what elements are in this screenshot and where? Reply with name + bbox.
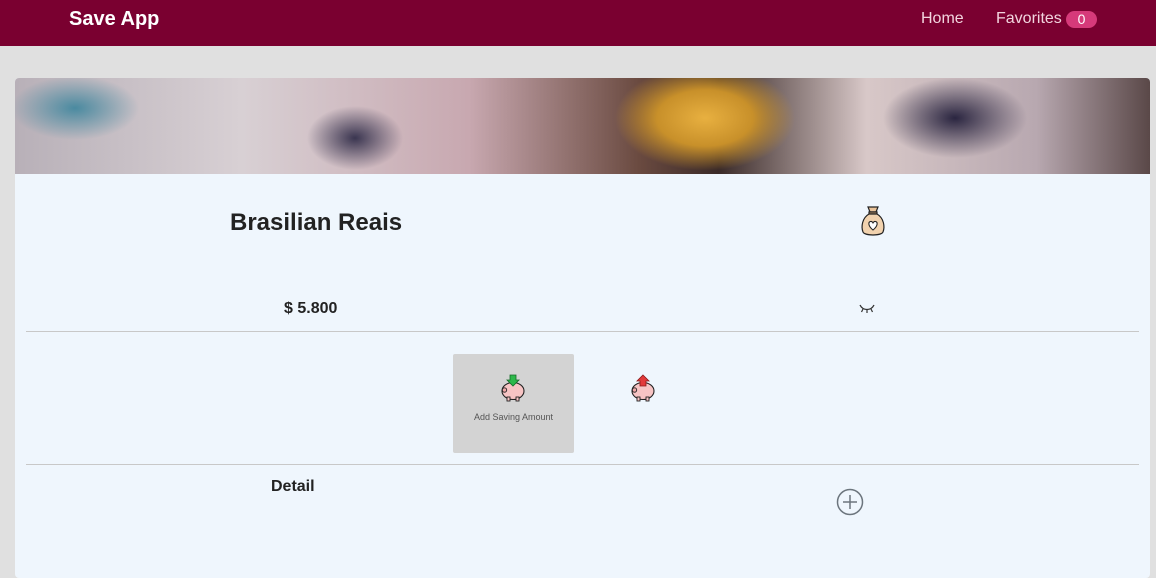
navbar: Save App Home Favorites 0 xyxy=(0,0,1156,46)
plus-circle-icon[interactable] xyxy=(836,488,864,516)
detail-heading: Detail xyxy=(271,478,315,495)
piggy-bank-withdraw-icon[interactable] xyxy=(630,374,656,402)
divider xyxy=(26,464,1139,465)
money-bag-icon xyxy=(861,206,885,236)
brand-logo[interactable]: Save App xyxy=(69,8,159,31)
favorites-count-badge: 0 xyxy=(1066,11,1097,28)
savings-amount: $ 5.800 xyxy=(284,300,338,317)
currency-title: Brasilian Reais xyxy=(230,209,403,236)
nav-home-link[interactable]: Home xyxy=(921,10,964,28)
divider xyxy=(26,331,1139,332)
banner-image xyxy=(15,78,1150,174)
eye-closed-icon[interactable] xyxy=(858,302,876,314)
nav-favorites-link[interactable]: Favorites xyxy=(996,10,1062,28)
savings-card: Brasilian Reais $ 5.800 Add Saving Amoun… xyxy=(15,78,1150,578)
piggy-bank-deposit-icon xyxy=(501,374,525,402)
add-saving-button[interactable]: Add Saving Amount xyxy=(453,354,574,453)
add-saving-label: Add Saving Amount xyxy=(473,412,554,422)
